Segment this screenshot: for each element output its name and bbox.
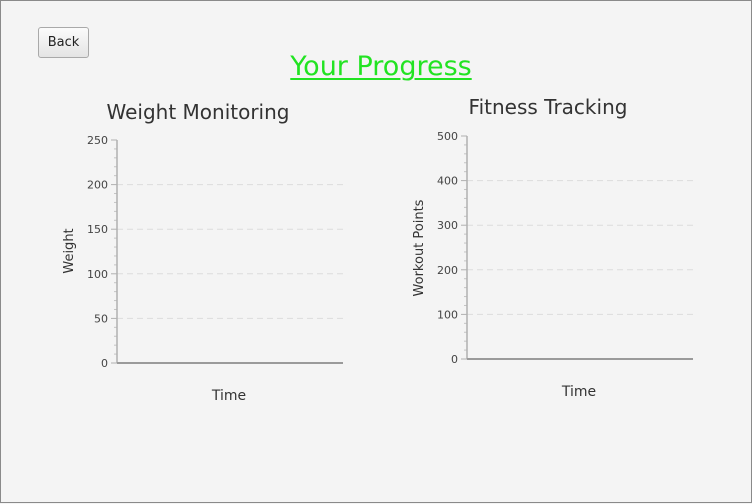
fitness-chart: Fitness Tracking Workout Points Time 0 10… (412, 95, 693, 400)
fitness-chart-y-ticks: 0 100 200 300 400 500 (437, 130, 467, 366)
fitness-chart-ylabel: Workout Points (412, 199, 427, 296)
y-tick-label: 200 (437, 264, 458, 277)
y-tick-label: 400 (437, 175, 458, 188)
y-tick-label: 0 (451, 353, 458, 366)
y-tick-label: 500 (437, 130, 458, 143)
fitness-chart-grid (467, 180, 693, 315)
y-tick-label: 300 (437, 219, 458, 232)
app-window: Back Your Progress Weight Monitoring Wei… (0, 0, 752, 503)
fitness-chart-title: Fitness Tracking (469, 95, 628, 119)
y-tick-label: 100 (437, 308, 458, 321)
fitness-chart-xlabel: Time (561, 384, 596, 400)
